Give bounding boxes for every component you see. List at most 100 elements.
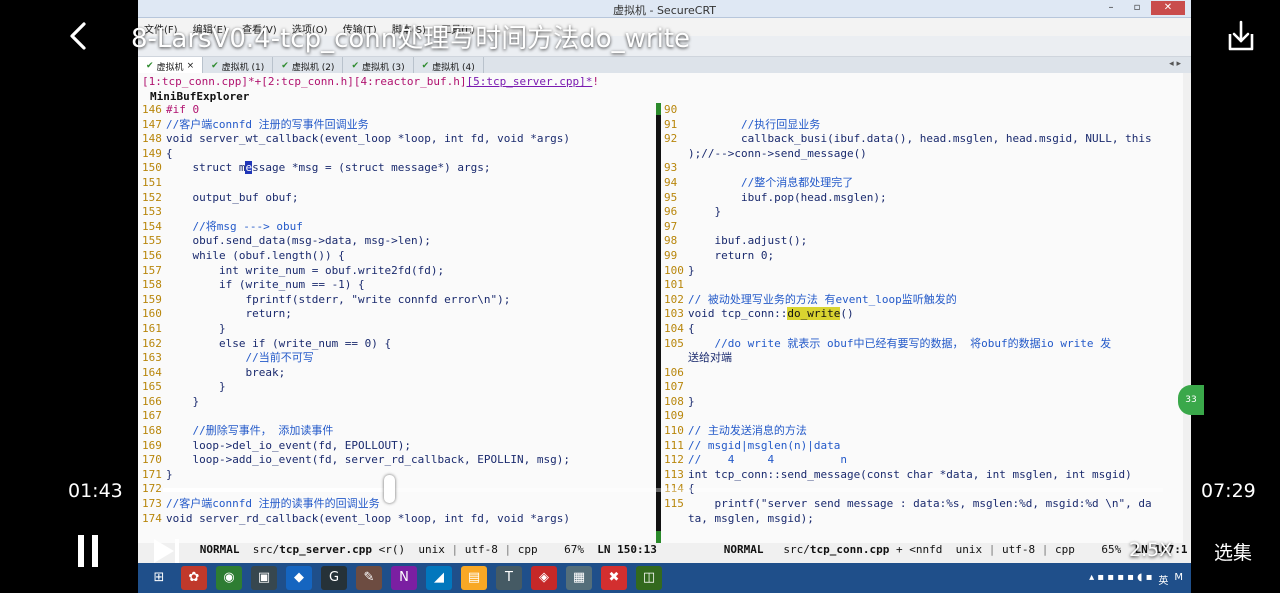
code-line: 167 (142, 409, 656, 424)
code-line: 168 //删除写事件， 添加读事件 (142, 424, 656, 439)
pinwheel-icon[interactable]: ✿ (181, 566, 207, 590)
code-line: );//-->conn->send_message() (664, 147, 1178, 162)
code-text: if (write_num == -1) { (166, 278, 365, 292)
code-line: 115 printf("server send message : data:%… (664, 497, 1178, 512)
session-tab-2[interactable]: ✔ 虚拟机 (2) (273, 57, 344, 73)
code-text: //do write 就表示 obuf中已经有要写的数据， 将obuf的数据io… (688, 336, 1112, 350)
xmind-icon[interactable]: ✖ (601, 566, 627, 590)
code-text: fprintf(stderr, "write connfd error\n"); (166, 292, 511, 306)
onenote-icon[interactable]: N (391, 566, 417, 590)
code-text: } (166, 380, 226, 394)
session-tab-3[interactable]: ✔ 虚拟机 (3) (343, 57, 414, 73)
system-tray: ▴ ▪ ▪ ▪ ▪ ◖ ▪ 英 M (1089, 572, 1183, 587)
line-number: 166 (142, 394, 162, 408)
tray-icons[interactable]: ▴ ▪ ▪ ▪ ▪ ◖ ▪ (1089, 572, 1152, 587)
code-line: 148 void server_wt_callback(event_loop *l… (142, 132, 656, 147)
code-line: 162 else if (write_num == 0) { (142, 337, 656, 352)
chrome-icon[interactable]: ◉ (216, 566, 242, 590)
back-arrow-icon[interactable] (62, 16, 96, 56)
code-line: 147 //客户端connfd 注册的写事件回调业务 (142, 118, 656, 133)
paint-icon[interactable]: ✎ (356, 566, 382, 590)
line-number: 163 (142, 351, 162, 365)
code-text: //客户端connfd 注册的写事件回调业务 (166, 117, 369, 131)
remote-desktop-screen: 虚拟机 - SecureCRT – ▫ ✕ 文件(F) 编辑(E) 查看(V) … (138, 0, 1191, 593)
line-number: 109 (664, 409, 684, 423)
code-text: ibuf.adjust(); (688, 234, 808, 248)
code-line: 157 int write_num = obuf.write2fd(fd); (142, 264, 656, 279)
code-line: 170 loop->add_io_event(fd, server_rd_cal… (142, 453, 656, 468)
code-text: // 主动发送消息的方法 (688, 424, 807, 438)
sharkfin-icon[interactable]: ◢ (426, 566, 452, 590)
vscode-icon[interactable]: ◆ (286, 566, 312, 590)
folder-icon[interactable]: ▤ (461, 566, 487, 590)
code-line: 108} (664, 395, 1178, 410)
line-number: 106 (664, 365, 684, 379)
terminal-area[interactable]: [1:tcp_conn.cpp]*+[2:tcp_conn.h][4:react… (138, 73, 1187, 556)
line-number: 98 (664, 234, 678, 248)
next-episode-icon[interactable] (150, 536, 184, 566)
fish-icon[interactable]: ◈ (531, 566, 557, 590)
start-icon[interactable]: ⊞ (146, 566, 172, 590)
code-text: break; (166, 365, 286, 379)
close-icon[interactable]: × (187, 61, 195, 71)
close-button[interactable]: ✕ (1151, 1, 1185, 15)
line-number: 156 (142, 248, 162, 262)
download-icon[interactable] (1222, 16, 1260, 56)
session-tab-1[interactable]: ✔ 虚拟机 (1) (203, 57, 274, 73)
line-number: 153 (142, 205, 162, 219)
securecrt-icon[interactable]: ▦ (566, 566, 592, 590)
line-number: 158 (142, 278, 162, 292)
line-number: 96 (664, 205, 678, 219)
code-line: 94 //整个消息都处理完了 (664, 176, 1178, 191)
line-number: 110 (664, 424, 684, 438)
check-icon: ✔ (421, 61, 430, 71)
progress-track[interactable] (163, 488, 1163, 492)
virtualbox-icon[interactable]: ◫ (636, 566, 662, 590)
line-number (664, 147, 688, 162)
episodes-button[interactable]: 选集 (1214, 538, 1252, 565)
buffer-list-line: [1:tcp_conn.cpp]*+[2:tcp_conn.h][4:react… (142, 75, 599, 88)
floating-ball-badge[interactable]: 33 (1178, 385, 1204, 415)
line-number: 113 (664, 467, 684, 481)
editor-pane-left[interactable]: 146 #if 0 147 //客户端connfd 注册的写事件回调业务 148 void… (142, 103, 656, 541)
computer-icon[interactable]: ▣ (251, 566, 277, 590)
playback-speed-button[interactable]: 2.5X (1129, 539, 1172, 561)
minimize-button[interactable]: – (1099, 1, 1123, 15)
pause-icon[interactable] (76, 535, 102, 567)
session-tab-0[interactable]: ✔ 虚拟机 × (138, 57, 204, 73)
code-line: 91 //执行回显业务 (664, 118, 1178, 133)
session-tab-4[interactable]: ✔ 虚拟机 (4) (414, 57, 484, 73)
tray-ime[interactable]: M (1174, 572, 1183, 587)
code-line: 105 //do write 就表示 obuf中已经有要写的数据， 将obuf的… (664, 337, 1178, 352)
code-text: else if (write_num == 0) { (166, 336, 392, 350)
maximize-button[interactable]: ▫ (1125, 1, 1149, 15)
code-text: 送给对端 (688, 351, 732, 365)
tray-language[interactable]: 英 (1158, 572, 1168, 587)
code-line: 106 (664, 366, 1178, 381)
code-line: 155 obuf.send_data(msg->data, msg->len); (142, 234, 656, 249)
line-number: 165 (142, 380, 162, 394)
code-text: } (688, 263, 695, 277)
code-text: printf("server send message : data:%s, m… (688, 497, 1152, 511)
goland-icon[interactable]: G (321, 566, 347, 590)
check-icon: ✔ (351, 61, 359, 71)
progress-thumb[interactable] (384, 475, 395, 503)
code-text: int tcp_conn::send_message(const char *d… (688, 467, 1132, 481)
line-number: 169 (142, 438, 162, 452)
line-number: 149 (142, 146, 162, 160)
code-line: 103 void tcp_conn::do_write() (664, 307, 1178, 322)
line-number: 148 (142, 132, 162, 146)
line-number: 151 (142, 175, 162, 189)
line-number: 168 (142, 424, 162, 438)
line-number: 93 (664, 161, 678, 175)
tab-scroll-arrows[interactable]: ◂ ▸ (1159, 57, 1191, 73)
code-line: 98 ibuf.adjust(); (664, 234, 1178, 249)
line-number: 146 (142, 103, 162, 116)
code-line: 161 } (142, 322, 656, 337)
editor-pane-right[interactable]: 90 91 //执行回显业务 92 callback_busi(ibuf.data(… (664, 103, 1178, 541)
line-number: 90 (664, 103, 678, 116)
typora-icon[interactable]: T (496, 566, 522, 590)
check-icon: ✔ (281, 61, 289, 71)
line-number: 100 (664, 263, 684, 277)
line-number: 150 (142, 161, 162, 175)
